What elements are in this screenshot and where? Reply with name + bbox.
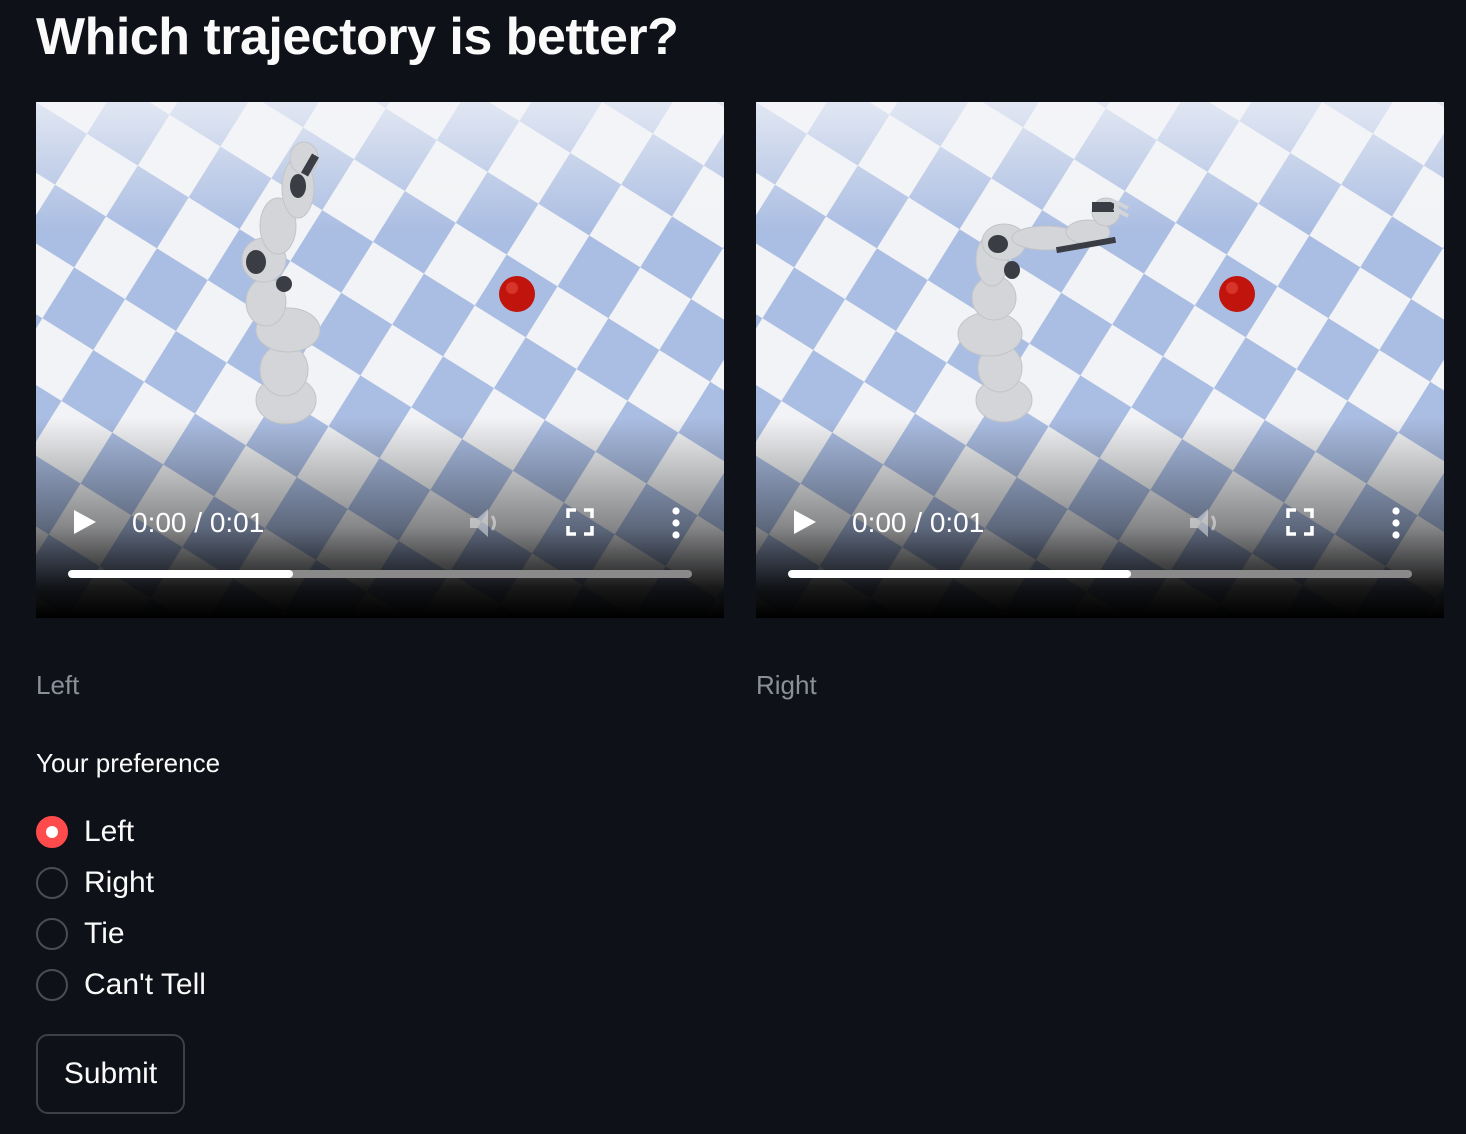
right-video-player[interactable]: 0:00 / 0:01: [756, 102, 1444, 618]
radio-option-cant-tell[interactable]: Can't Tell: [36, 959, 206, 1010]
video-time: 0:00 / 0:01: [852, 507, 985, 538]
left-video-player[interactable]: 0:00 / 0:01: [36, 102, 724, 618]
radio-button[interactable]: [36, 968, 68, 1001]
submit-button[interactable]: Submit: [36, 1034, 185, 1114]
play-icon[interactable]: [72, 508, 98, 536]
radio-button[interactable]: [36, 866, 68, 899]
more-options-icon[interactable]: [670, 506, 682, 540]
play-icon[interactable]: [792, 508, 818, 536]
radio-option-right[interactable]: Right: [36, 857, 206, 908]
radio-option-left[interactable]: Left: [36, 806, 206, 857]
fullscreen-icon[interactable]: [566, 508, 594, 536]
left-video-caption: Left: [36, 670, 80, 700]
radio-option-tie[interactable]: Tie: [36, 908, 206, 959]
preference-radio-group: Left Right Tie Can't Tell: [36, 806, 206, 1010]
radio-option-label: Tie: [84, 916, 125, 950]
video-progress-bar[interactable]: [788, 570, 1412, 578]
video-progress-fill: [788, 570, 1132, 578]
radio-option-label: Can't Tell: [84, 967, 206, 1001]
volume-icon: [470, 509, 496, 537]
more-options-icon[interactable]: [1390, 506, 1402, 540]
video-time: 0:00 / 0:01: [132, 507, 265, 538]
radio-selected-dot: [46, 825, 58, 838]
page-title: Which trajectory is better?: [36, 8, 679, 66]
radio-button[interactable]: [36, 815, 68, 848]
fullscreen-icon[interactable]: [1286, 508, 1314, 536]
volume-icon: [1190, 509, 1216, 537]
video-progress-fill: [68, 570, 293, 578]
right-video-caption: Right: [756, 670, 817, 700]
radio-option-label: Right: [84, 865, 155, 899]
radio-option-label: Left: [84, 814, 135, 848]
radio-button[interactable]: [36, 917, 68, 950]
video-progress-bar[interactable]: [68, 570, 692, 578]
preference-label: Your preference: [36, 748, 221, 778]
